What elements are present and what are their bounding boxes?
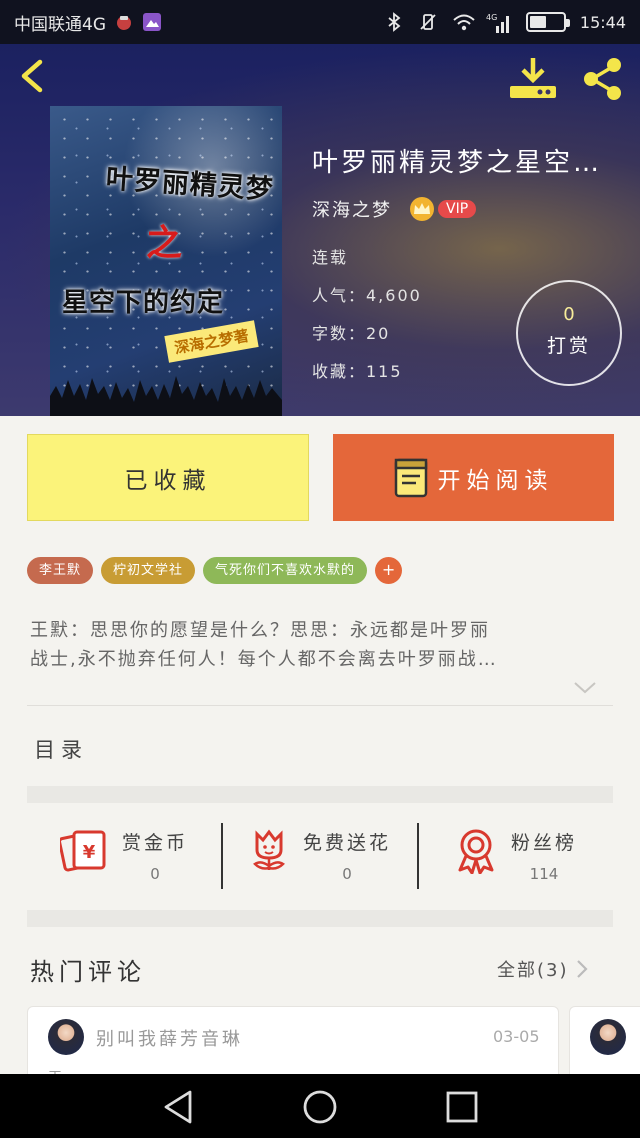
chevron-left-icon [21, 59, 43, 93]
flower-icon [253, 829, 285, 870]
free-flower-label: 免费送花 [302, 832, 391, 854]
collected-label: 已收藏 [124, 467, 212, 494]
share-icon [584, 58, 621, 100]
expand-synopsis-button[interactable] [572, 680, 598, 696]
tag-list: 李王默 柠初文学社 气死你们不喜欢水默的 + [27, 557, 403, 584]
favorites-count: 收藏：115 [312, 362, 403, 381]
fan-ranking-stat[interactable]: 粉丝榜 114 [419, 818, 613, 894]
book-icon [394, 458, 428, 498]
table-of-contents-link[interactable]: 目录 [34, 734, 88, 764]
vip-label: VIP [438, 200, 477, 218]
bluetooth-icon [384, 12, 404, 32]
square-recents-icon [446, 1091, 478, 1123]
back-button[interactable] [14, 56, 54, 96]
cover-title-line2: 之 [146, 223, 183, 264]
cover-title-line1: 叶罗丽精灵梦 [104, 163, 275, 206]
author-row: 深海之梦 VIP [312, 196, 477, 222]
book-header: 叶罗丽精灵梦 之 星空下的约定 深海之梦著 叶罗丽精灵梦之星空… 深海之梦 VI… [0, 44, 640, 416]
synopsis-line: 王默：思思你的愿望是什么？思思：永远都是叶罗丽 [30, 620, 490, 641]
clock: 15:44 [579, 12, 626, 32]
tag-chip[interactable]: 气死你们不喜欢水默的 [203, 557, 368, 584]
popularity: 人气：4,600 [312, 286, 422, 305]
battery-icon [525, 12, 570, 32]
fan-ranking-label: 粉丝榜 [510, 832, 577, 854]
section-divider [27, 786, 613, 803]
avatar[interactable] [590, 1019, 626, 1055]
comment-date: 03-05 [493, 1027, 540, 1046]
cover-title-line3: 星空下的约定 [62, 288, 225, 318]
system-nav-bar [0, 1074, 640, 1138]
triangle-back-icon [164, 1090, 192, 1124]
avatar[interactable] [48, 1019, 84, 1055]
free-flower-stat[interactable]: 免费送花 0 [223, 818, 417, 894]
share-button[interactable] [580, 56, 626, 102]
all-comments-label: 全部(3) [497, 960, 569, 981]
download-button[interactable] [508, 56, 558, 100]
book-cover[interactable]: 叶罗丽精灵梦 之 星空下的约定 深海之梦著 [50, 106, 282, 416]
word-count: 字数：20 [312, 324, 391, 343]
vibrate-off-icon [418, 12, 438, 32]
gallery-notification-icon [142, 12, 162, 32]
free-flower-value: 0 [342, 865, 352, 883]
signal-icon: 4G [486, 12, 512, 33]
book-title: 叶罗丽精灵梦之星空… [312, 148, 603, 178]
svg-text:4G: 4G [486, 13, 497, 22]
synopsis[interactable]: 王默：思思你的愿望是什么？思思：永远都是叶罗丽 战士,永不抛弃任何人！每个人都不… [30, 616, 608, 674]
coin-envelope-icon: ¥ [59, 830, 106, 872]
support-stats: ¥ 赏金币 0 免费送花 0 粉丝榜 114 [27, 818, 613, 894]
app-notification-icon [114, 12, 134, 32]
nav-home-button[interactable] [301, 1088, 339, 1126]
divider [27, 705, 613, 706]
hot-comments-title: 热门评论 [30, 958, 146, 986]
wifi-icon [452, 12, 475, 32]
tag-chip[interactable]: 李王默 [27, 557, 94, 584]
tag-chip[interactable]: 柠初文学社 [101, 557, 196, 584]
ribbon-medal-icon [458, 829, 494, 874]
start-reading-label: 开始阅读 [437, 467, 554, 494]
battery-level [529, 16, 546, 28]
add-tag-button[interactable]: + [375, 557, 403, 584]
author-name[interactable]: 深海之梦 [312, 196, 392, 222]
start-reading-button[interactable]: 开始阅读 [333, 434, 614, 521]
carrier-label: 中国联通4G [14, 14, 106, 35]
crown-icon [410, 197, 434, 221]
cover-trees-art [50, 376, 282, 416]
serial-status: 连载 [312, 248, 349, 267]
reward-button[interactable]: 0 打赏 [516, 280, 622, 386]
synopsis-line: 战士,永不抛弃任何人！每个人都不会离去叶罗丽战… [30, 649, 498, 670]
coin-reward-value: 0 [150, 865, 160, 883]
vip-badge[interactable]: VIP [410, 197, 477, 221]
collected-button[interactable]: 已收藏 [27, 434, 309, 521]
nav-recents-button[interactable] [443, 1088, 481, 1126]
download-icon [510, 58, 556, 98]
circle-home-icon [303, 1090, 337, 1124]
reward-count: 0 [563, 304, 575, 325]
chevron-right-icon [576, 960, 588, 978]
reward-label: 打赏 [546, 335, 591, 357]
section-divider [27, 910, 613, 927]
chevron-down-icon [574, 682, 596, 694]
coin-reward-stat[interactable]: ¥ 赏金币 0 [27, 818, 221, 894]
commenter-name[interactable]: 别叫我薛芳音琳 [96, 1025, 243, 1051]
all-comments-link[interactable]: 全部(3) [497, 956, 589, 982]
nav-back-button[interactable] [160, 1088, 198, 1126]
fan-ranking-value: 114 [529, 865, 559, 883]
status-bar: 中国联通4G 4G 15:44 [0, 0, 640, 44]
coin-reward-label: 赏金币 [121, 832, 188, 854]
svg-text:¥: ¥ [83, 842, 96, 863]
